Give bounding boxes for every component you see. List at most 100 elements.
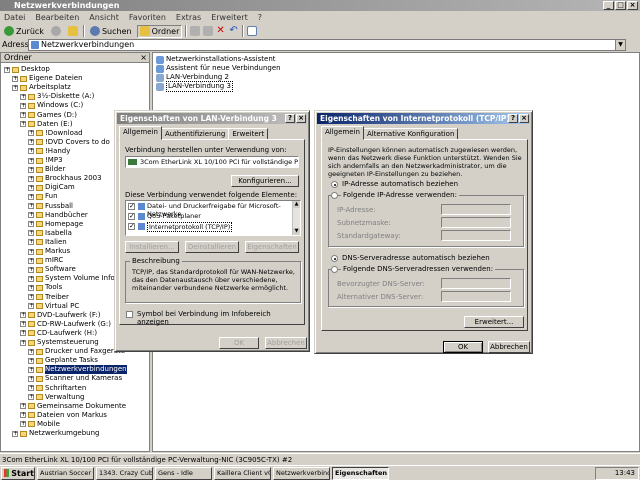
expand-icon[interactable]: + (28, 184, 34, 191)
install-button[interactable]: Installieren... (125, 241, 179, 253)
taskbar-item[interactable]: 1343. Crazy Cub... (96, 466, 153, 480)
tree-item[interactable]: + Netzwerkverbindungen (28, 365, 127, 375)
expand-icon[interactable]: + (20, 330, 26, 337)
gateway-field[interactable] (441, 230, 511, 241)
tree-item[interactable]: + Italien (28, 238, 67, 247)
menu-bearbeiten[interactable]: Bearbeiten (35, 12, 79, 24)
taskbar-item[interactable]: Netzwerkverbind... (273, 466, 330, 480)
expand-icon[interactable]: + (28, 157, 34, 164)
preferred-dns-field[interactable] (441, 278, 511, 289)
address-dropdown-icon[interactable]: ▼ (615, 40, 625, 50)
expand-icon[interactable]: + (28, 294, 34, 300)
expand-icon[interactable]: + (12, 75, 18, 82)
expand-icon[interactable]: + (20, 102, 26, 109)
tree-item[interactable]: + Isabella (28, 229, 72, 238)
expand-icon[interactable]: + (20, 403, 26, 410)
close-button[interactable]: × (296, 114, 306, 123)
close-button[interactable]: × (519, 114, 529, 123)
expand-icon[interactable]: + (20, 339, 26, 346)
menu-erweitert[interactable]: Erweitert (211, 12, 248, 24)
close-pane-icon[interactable]: × (140, 53, 147, 63)
start-button[interactable]: Start (1, 466, 35, 480)
expand-icon[interactable]: + (28, 348, 34, 355)
manual-dns-radio[interactable] (331, 266, 338, 273)
back-button[interactable]: Zurück (2, 26, 46, 37)
tree-item[interactable]: + !Download (28, 129, 83, 138)
manual-ip-radio[interactable] (331, 192, 338, 199)
checkbox[interactable]: ✓ (128, 223, 135, 230)
cancel-button[interactable]: Abbrechen (265, 337, 307, 349)
auto-dns-radio[interactable] (331, 255, 338, 262)
minimize-button[interactable]: _ (603, 1, 614, 10)
tree-item[interactable]: + Fun (28, 192, 58, 201)
folders-button[interactable]: Ordner (136, 24, 183, 38)
ip-address-field[interactable] (441, 204, 511, 215)
expand-icon[interactable]: + (28, 257, 34, 264)
tree-item[interactable]: + Geplante Tasks (28, 356, 98, 365)
expand-icon[interactable]: + (4, 66, 10, 73)
connection-item[interactable]: Assistent für neue Verbindungen (156, 64, 281, 73)
expand-icon[interactable]: + (28, 284, 34, 291)
help-button[interactable]: ? (508, 114, 518, 123)
views-icon[interactable] (247, 26, 258, 36)
connection-item[interactable]: Netzwerkinstallations-Assistent (156, 55, 276, 64)
tree-item[interactable]: + Drucker und Faxgeräte (28, 347, 125, 356)
tree-item[interactable]: + DigiCam (28, 183, 75, 192)
address-input[interactable]: Netzwerkverbindungen ▼ (28, 39, 626, 51)
tree-item[interactable]: + !MP3 (28, 156, 63, 165)
expand-icon[interactable]: + (28, 248, 34, 255)
expand-icon[interactable]: + (28, 166, 34, 173)
tree-item[interactable]: + mIRC (28, 256, 63, 265)
tree-item[interactable]: + Virtual PC (28, 302, 79, 311)
expand-icon[interactable]: + (28, 394, 34, 401)
subnet-field[interactable] (441, 217, 511, 228)
expand-icon[interactable]: + (28, 193, 34, 200)
tree-item[interactable]: + Scanner und Kameras (28, 374, 122, 383)
expand-icon[interactable]: + (20, 412, 26, 419)
tree-item[interactable]: + !DVD Covers to do (28, 138, 110, 147)
tree-item[interactable]: + Tools (28, 283, 62, 292)
tree-item[interactable]: + !Handy (28, 147, 70, 156)
expand-icon[interactable]: + (20, 121, 26, 128)
cancel-button[interactable]: Abbrechen (488, 341, 530, 353)
menu-datei[interactable]: Datei (4, 12, 25, 24)
tree-item[interactable]: + Gemeinsame Dokumente (20, 402, 126, 411)
tree-item[interactable]: + Treiber (28, 293, 69, 302)
forward-button[interactable] (49, 26, 63, 36)
up-button[interactable] (66, 26, 80, 36)
expand-icon[interactable]: + (28, 203, 34, 209)
undo-icon[interactable]: ↶ (229, 26, 239, 36)
expand-icon[interactable]: + (12, 84, 18, 91)
expand-icon[interactable]: + (20, 321, 26, 328)
ok-button[interactable]: OK (443, 341, 483, 353)
tree-item[interactable]: + Eigene Dateien (12, 74, 83, 83)
expand-icon[interactable]: + (28, 139, 34, 146)
tree-item[interactable]: + Software (28, 265, 76, 274)
tree-item[interactable]: + Windows (C:) (20, 101, 83, 110)
alternate-dns-field[interactable] (441, 291, 511, 302)
expand-icon[interactable]: + (28, 175, 34, 182)
list-item[interactable]: QoS-Paketplaner (147, 212, 201, 220)
expand-icon[interactable]: + (20, 312, 26, 319)
expand-icon[interactable]: + (28, 130, 34, 137)
expand-icon[interactable]: + (20, 112, 26, 118)
expand-icon[interactable]: + (28, 266, 34, 273)
close-button[interactable]: × (627, 1, 638, 10)
connection-item-selected[interactable]: LAN-Verbindung 3 (156, 81, 233, 92)
tree-item[interactable]: + Dateien von Markus (20, 411, 107, 420)
tree-item[interactable]: + Mobile (20, 420, 60, 429)
scroll-down-icon[interactable]: ▼ (293, 228, 300, 235)
tree-item[interactable]: + Games (D:) (20, 111, 77, 120)
tree-item[interactable]: + Homepage (28, 220, 83, 229)
expand-icon[interactable]: + (28, 221, 34, 228)
taskbar-item[interactable]: Gens - Idle (155, 466, 212, 480)
tab-allgemein[interactable]: Allgemein (119, 126, 162, 140)
ok-button[interactable]: OK (219, 337, 259, 349)
tree-item[interactable]: + Handbücher (28, 211, 88, 220)
tree-item[interactable]: + Fussball (28, 202, 73, 211)
search-button[interactable]: Suchen (88, 26, 134, 37)
configure-button[interactable]: Konfigurieren... (231, 175, 299, 187)
menu-help[interactable]: ? (258, 12, 262, 24)
maximize-button[interactable]: □ (615, 1, 626, 10)
tree-item[interactable]: + Schriftarten (28, 384, 86, 393)
